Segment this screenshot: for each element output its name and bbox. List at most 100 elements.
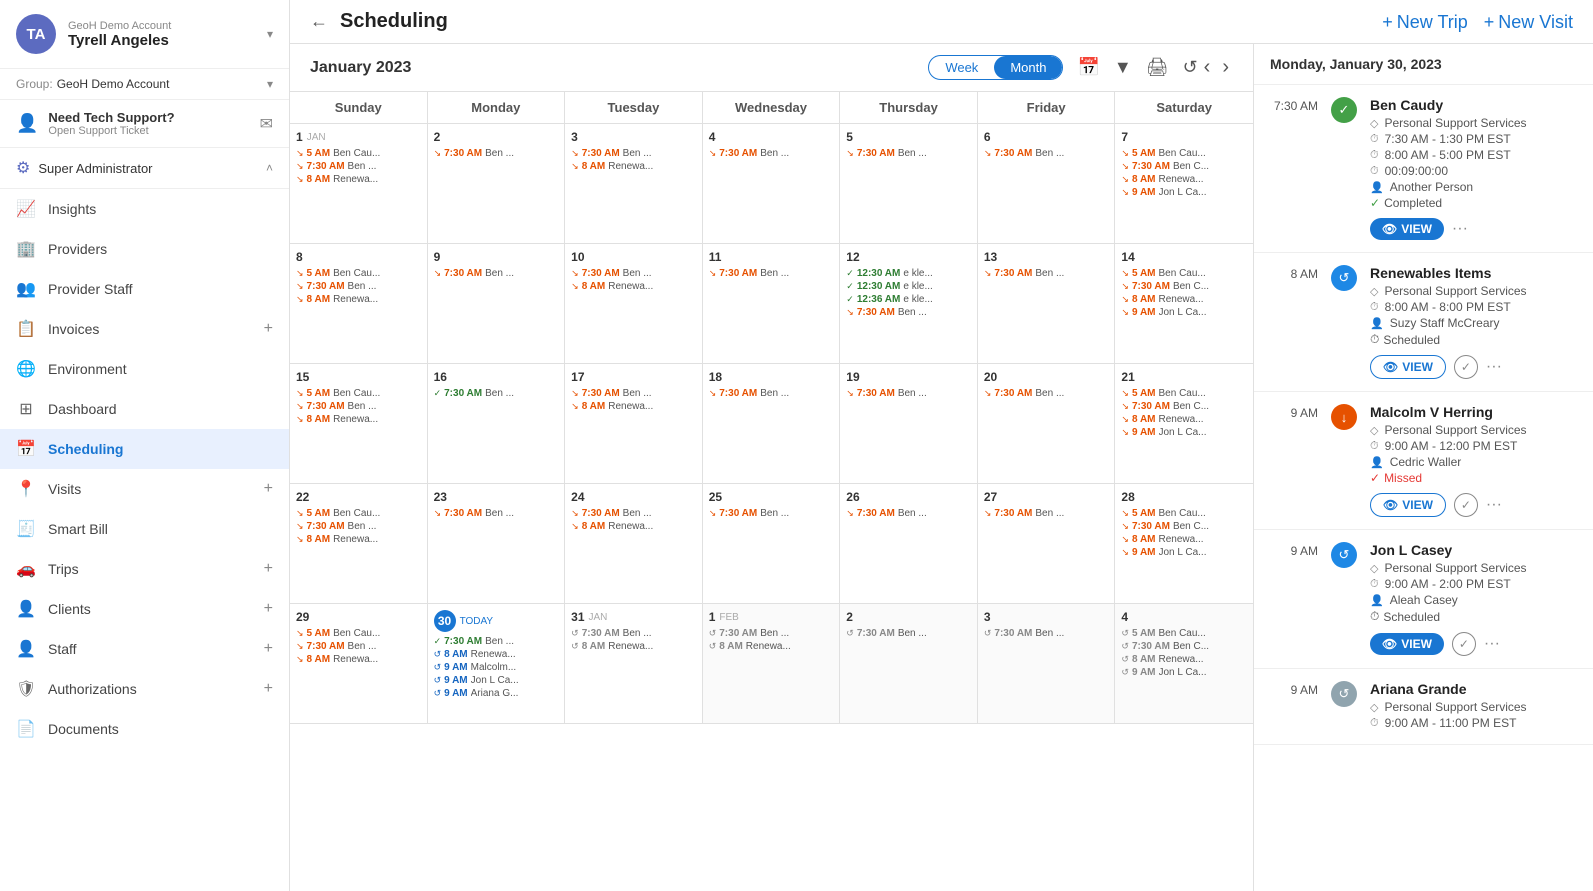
calendar-event[interactable]: ↘7:30 AMBen ... <box>709 148 834 159</box>
view-button[interactable]: 👁 VIEW <box>1370 633 1444 655</box>
view-button[interactable]: 👁 VIEW <box>1370 355 1446 379</box>
calendar-day-29[interactable]: 29 ↘5 AMBen Cau... ↘7:30 AMBen ... ↘8 AM… <box>290 604 428 723</box>
calendar-event[interactable]: ↘5 AMBen Cau... <box>296 148 421 159</box>
calendar-day-27[interactable]: 27 ↘7:30 AMBen ... <box>978 484 1116 603</box>
sidebar-item-smart-bill[interactable]: 🧾 Smart Bill <box>0 509 289 549</box>
calendar-day-21[interactable]: 21 ↘5 AMBen Cau... ↘7:30 AMBen C... ↘8 A… <box>1115 364 1253 483</box>
calendar-day-9[interactable]: 9 ↘7:30 AMBen ... <box>428 244 566 363</box>
calendar-day-feb-3[interactable]: 3 ↺7:30 AMBen ... <box>978 604 1116 723</box>
calendar-event[interactable]: ↺7:30 AMBen ... <box>846 628 971 639</box>
calendar-event[interactable]: ↘5 AMBen Cau... <box>296 508 421 519</box>
calendar-event[interactable]: ↘9 AMJon L Ca... <box>1121 307 1247 318</box>
calendar-day-20[interactable]: 20 ↘7:30 AMBen ... <box>978 364 1116 483</box>
back-button[interactable]: ← <box>310 11 328 32</box>
calendar-event[interactable]: ↘5 AMBen Cau... <box>1121 268 1247 279</box>
calendar-event[interactable]: ↘7:30 AMBen ... <box>434 268 559 279</box>
calendar-event[interactable]: ↘7:30 AMBen C... <box>1121 521 1247 532</box>
calendar-event[interactable]: ↘7:30 AMBen ... <box>846 148 971 159</box>
calendar-event[interactable]: ↺8 AMRenewa... <box>434 649 559 660</box>
calendar-event[interactable]: ✓12:30 AMe kle... <box>846 268 971 279</box>
plus-icon[interactable]: + <box>264 560 273 578</box>
calendar-event[interactable]: ↺7:30 AMBen ... <box>984 628 1109 639</box>
calendar-event[interactable]: ↘7:30 AMBen ... <box>709 508 834 519</box>
circle-check-button[interactable]: ✓ <box>1452 632 1476 656</box>
calendar-event[interactable]: ↘5 AMBen Cau... <box>296 628 421 639</box>
calendar-event[interactable]: ↘7:30 AMBen ... <box>434 148 559 159</box>
calendar-event[interactable]: ↘8 AMRenewa... <box>571 401 696 412</box>
sidebar-item-authorizations[interactable]: 🛡 Authorizations + <box>0 669 289 709</box>
calendar-event[interactable]: ↘7:30 AMBen ... <box>571 148 696 159</box>
calendar-event[interactable]: ↺8 AMRenewa... <box>709 641 834 652</box>
new-visit-button[interactable]: + New Visit <box>1484 13 1573 31</box>
calendar-event[interactable]: ↘7:30 AMBen C... <box>1121 281 1247 292</box>
calendar-event[interactable]: ↺9 AMJon L Ca... <box>434 675 559 686</box>
calendar-event[interactable]: ↘8 AMRenewa... <box>296 294 421 305</box>
calendar-day-feb-2[interactable]: 2 ↺7:30 AMBen ... <box>840 604 978 723</box>
calendar-day-18[interactable]: 18 ↘7:30 AMBen ... <box>703 364 841 483</box>
more-options-button[interactable]: ··· <box>1484 635 1500 653</box>
circle-check-button[interactable]: ✓ <box>1454 493 1478 517</box>
calendar-event[interactable]: ↺7:30 AMBen ... <box>571 628 696 639</box>
calendar-event[interactable]: ↘7:30 AMBen ... <box>846 388 971 399</box>
calendar-event[interactable]: ↘8 AMRenewa... <box>296 414 421 425</box>
calendar-event[interactable]: ✓7:30 AMBen ... <box>434 388 559 399</box>
calendar-event[interactable]: ↺5 AMBen Cau... <box>1121 628 1247 639</box>
plus-icon[interactable]: + <box>264 640 273 658</box>
calendar-event[interactable]: ↺8 AMRenewa... <box>571 641 696 652</box>
calendar-event[interactable]: ↘7:30 AMBen ... <box>984 508 1109 519</box>
circle-check-button[interactable]: ✓ <box>1454 355 1478 379</box>
calendar-day-24[interactable]: 24 ↘7:30 AMBen ... ↘8 AMRenewa... <box>565 484 703 603</box>
calendar-event[interactable]: ↺9 AMMalcolm... <box>434 662 559 673</box>
sidebar-item-invoices[interactable]: 📋 Invoices + <box>0 309 289 349</box>
calendar-event[interactable]: ↘8 AMRenewa... <box>571 161 696 172</box>
sidebar-item-dashboard[interactable]: ⊞ Dashboard <box>0 389 289 429</box>
calendar-event[interactable]: ↘8 AMRenewa... <box>571 521 696 532</box>
sidebar-item-scheduling[interactable]: 📅 Scheduling <box>0 429 289 469</box>
calendar-event[interactable]: ↘7:30 AMBen ... <box>984 268 1109 279</box>
calendar-event[interactable]: ↘9 AMJon L Ca... <box>1121 547 1247 558</box>
calendar-event[interactable]: ↘7:30 AMBen ... <box>296 161 421 172</box>
more-options-button[interactable]: ··· <box>1486 496 1502 514</box>
calendar-event[interactable]: ↺8 AMRenewa... <box>1121 654 1247 665</box>
calendar-event[interactable]: ↺9 AMJon L Ca... <box>1121 667 1247 678</box>
calendar-day-2[interactable]: 2 ↘7:30 AMBen ... <box>428 124 566 243</box>
calendar-event[interactable]: ↘7:30 AMBen C... <box>1121 161 1247 172</box>
week-view-button[interactable]: Week <box>929 56 994 79</box>
calendar-event[interactable]: ↘7:30 AMBen ... <box>846 307 971 318</box>
calendar-event[interactable]: ↘7:30 AMBen ... <box>984 388 1109 399</box>
plus-icon[interactable]: + <box>264 680 273 698</box>
calendar-day-feb-1[interactable]: 1 FEB ↺7:30 AMBen ... ↺8 AMRenewa... <box>703 604 841 723</box>
calendar-event[interactable]: ↘7:30 AMBen ... <box>709 268 834 279</box>
calendar-day-14[interactable]: 14 ↘5 AMBen Cau... ↘7:30 AMBen C... ↘8 A… <box>1115 244 1253 363</box>
calendar-day-5[interactable]: 5 ↘7:30 AMBen ... <box>840 124 978 243</box>
calendar-event[interactable]: ✓12:30 AMe kle... <box>846 281 971 292</box>
prev-month-button[interactable]: ‹ <box>1200 54 1215 81</box>
plus-icon[interactable]: + <box>264 600 273 618</box>
calendar-event[interactable]: ↘8 AMRenewa... <box>296 534 421 545</box>
calendar-event[interactable]: ↘7:30 AMBen ... <box>296 281 421 292</box>
calendar-event[interactable]: ↺9 AMAriana G... <box>434 688 559 699</box>
calendar-event[interactable]: ↘8 AMRenewa... <box>1121 414 1247 425</box>
calendar-event[interactable]: ↘7:30 AMBen ... <box>296 521 421 532</box>
calendar-event[interactable]: ↘7:30 AMBen ... <box>571 508 696 519</box>
calendar-day-26[interactable]: 26 ↘7:30 AMBen ... <box>840 484 978 603</box>
sidebar-header[interactable]: TA GeoH Demo Account Tyrell Angeles ▾ <box>0 0 289 69</box>
calendar-event[interactable]: ✓12:36 AMe kle... <box>846 294 971 305</box>
calendar-day-12[interactable]: 12 ✓12:30 AMe kle... ✓12:30 AMe kle... ✓… <box>840 244 978 363</box>
plus-icon[interactable]: + <box>264 320 273 338</box>
sidebar-item-documents[interactable]: 📄 Documents <box>0 709 289 749</box>
calendar-day-16[interactable]: 16 ✓7:30 AMBen ... <box>428 364 566 483</box>
sidebar-item-environment[interactable]: 🌐 Environment <box>0 349 289 389</box>
sidebar-item-providers[interactable]: 🏢 Providers <box>0 229 289 269</box>
admin-row[interactable]: ⚙ Super Administrator ˄ <box>0 148 289 189</box>
calendar-event[interactable]: ↺7:30 AMBen ... <box>709 628 834 639</box>
sidebar-item-insights[interactable]: 📈 Insights <box>0 189 289 229</box>
calendar-event[interactable]: ↘7:30 AMBen ... <box>296 401 421 412</box>
calendar-event[interactable]: ↘8 AMRenewa... <box>296 174 421 185</box>
month-view-button[interactable]: Month <box>994 56 1062 79</box>
calendar-event[interactable]: ↘7:30 AMBen ... <box>571 268 696 279</box>
calendar-day-30-today[interactable]: 30 TODAY ✓7:30 AMBen ... ↺8 AMRenewa... … <box>428 604 566 723</box>
calendar-day-6[interactable]: 6 ↘7:30 AMBen ... <box>978 124 1116 243</box>
view-button[interactable]: 👁 VIEW <box>1370 493 1446 517</box>
next-month-button[interactable]: › <box>1218 54 1233 81</box>
